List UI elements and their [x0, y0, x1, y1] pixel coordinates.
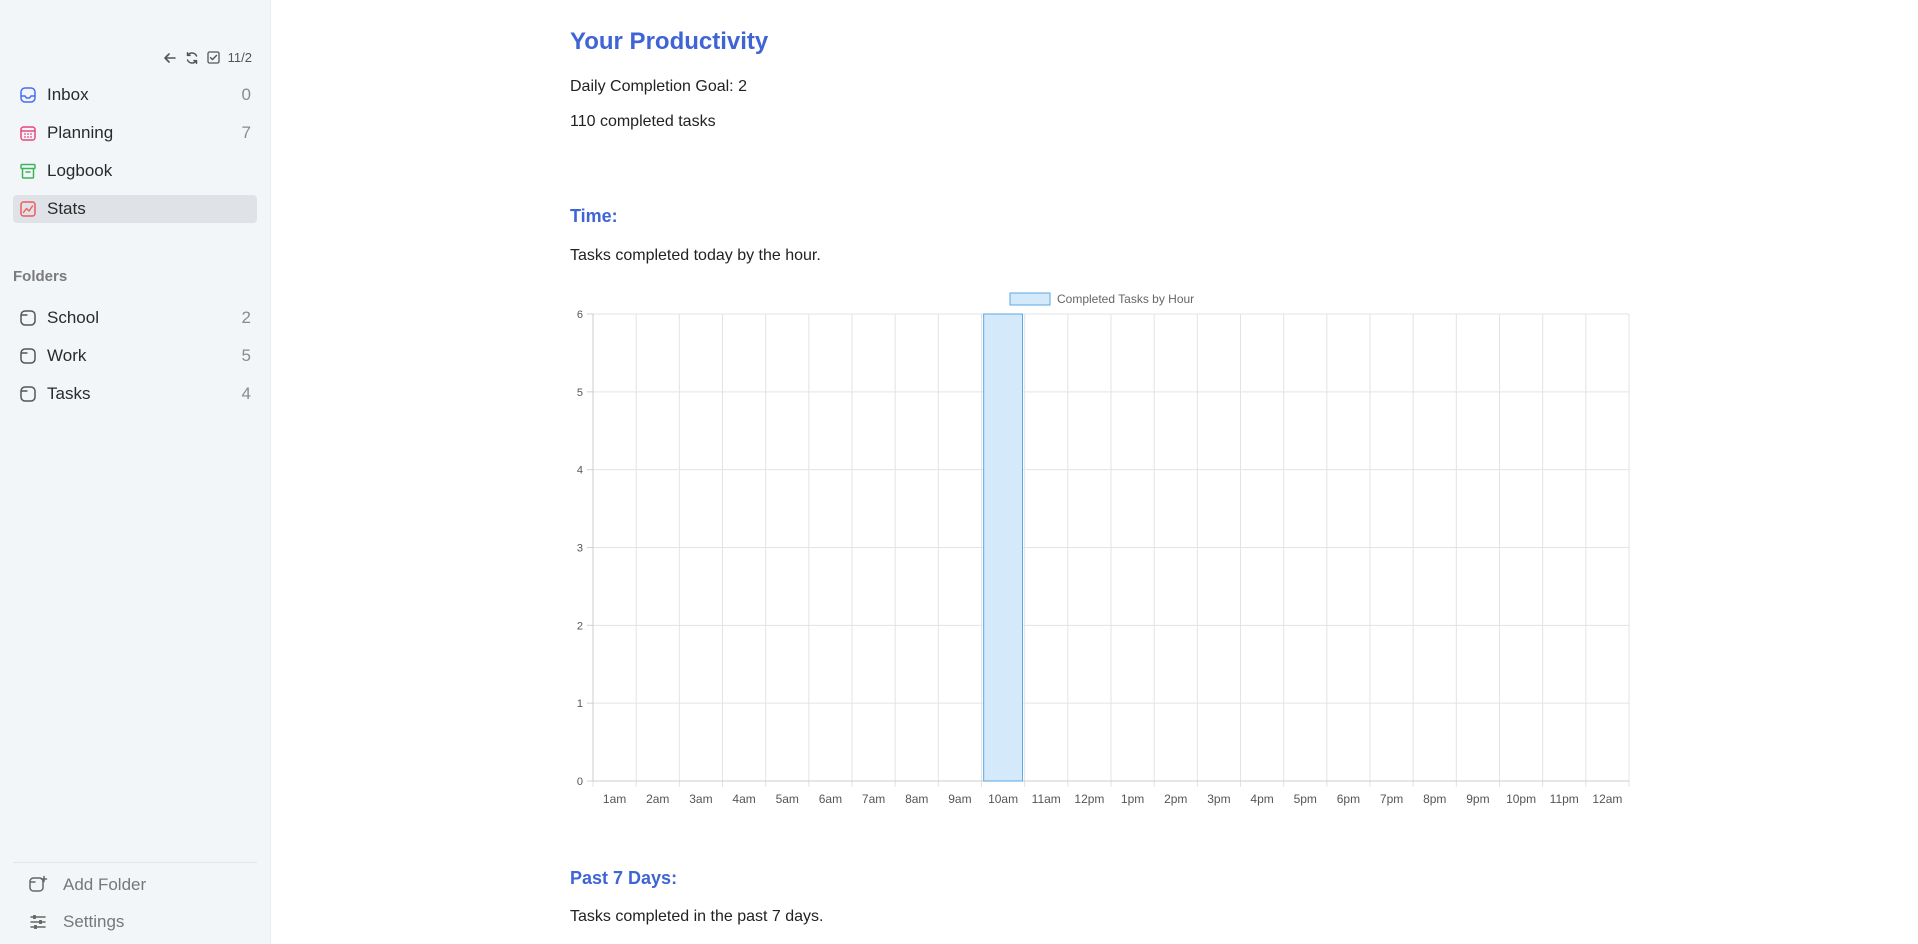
page-title: Your Productivity: [570, 28, 769, 55]
folder-item-work[interactable]: Work 5: [13, 342, 257, 370]
x-tick-label: 11am: [1032, 792, 1061, 806]
x-tick-label: 9am: [948, 792, 971, 806]
time-description: Tasks completed today by the hour.: [570, 247, 821, 264]
y-tick-label: 0: [577, 776, 583, 788]
past-7-days-description: Tasks completed in the past 7 days.: [570, 908, 824, 925]
folder-label: Work: [47, 346, 87, 365]
x-tick-label: 5pm: [1294, 792, 1317, 806]
sidebar: 11/2 Inbox 0 Planning 7 Logbook Stats Fo…: [0, 0, 271, 944]
legend-label: Completed Tasks by Hour: [1057, 292, 1194, 306]
chart-icon: [18, 199, 38, 219]
x-tick-label: 4am: [732, 792, 755, 806]
x-tick-label: 10am: [988, 792, 1018, 806]
past-7-days-heading: Past 7 Days:: [570, 868, 678, 888]
x-tick-label: 7am: [862, 792, 885, 806]
folder-item-school[interactable]: School 2: [13, 304, 257, 332]
sync-icon[interactable]: [185, 51, 199, 65]
x-tick-label: 4pm: [1250, 792, 1273, 806]
inbox-icon: [18, 85, 38, 105]
bar-10am: [983, 313, 1024, 782]
x-tick-label: 3am: [689, 792, 712, 806]
nav-item-planning[interactable]: Planning 7: [13, 119, 257, 147]
chart-svg: Completed Tasks by Hour 0 1 2 3 4 5 6 1am 2am 3am 4…: [577, 292, 1630, 806]
y-tick-label: 3: [577, 543, 583, 555]
x-tick-label: 12pm: [1074, 792, 1104, 806]
folder-count: 4: [241, 384, 251, 403]
x-tick-label: 8pm: [1423, 792, 1446, 806]
folder-icon: [18, 346, 38, 366]
sliders-icon: [27, 911, 49, 933]
x-tick-label: 5am: [776, 792, 799, 806]
folder-icon: [18, 384, 38, 404]
time-heading: Time:: [570, 206, 618, 226]
completed-count-text: 110 completed tasks: [570, 113, 716, 130]
nav-label: Stats: [47, 199, 86, 218]
x-tick-label: 11pm: [1550, 792, 1579, 806]
folder-label: School: [47, 308, 99, 327]
app-root: 11/2 Inbox 0 Planning 7 Logbook Stats Fo…: [0, 0, 1918, 944]
daily-goal-text: Daily Completion Goal: 2: [570, 78, 747, 95]
legend-swatch: [1009, 292, 1051, 306]
folder-item-tasks[interactable]: Tasks 4: [13, 380, 257, 408]
add-folder-label: Add Folder: [63, 875, 147, 894]
folder-count: 2: [241, 308, 251, 327]
calendar-icon: [18, 123, 38, 143]
x-tick-label: 6pm: [1337, 792, 1360, 806]
y-tick-label: 4: [577, 465, 583, 477]
archive-icon: [18, 161, 38, 181]
add-folder-icon: [27, 874, 49, 896]
y-tick-label: 6: [577, 309, 583, 321]
folders-heading: Folders: [13, 268, 68, 285]
x-tick-label: 7pm: [1380, 792, 1403, 806]
x-tick-label: 2am: [646, 792, 669, 806]
nav-count: 7: [241, 123, 251, 142]
toolbar-date: 11/2: [227, 50, 252, 65]
nav-label: Inbox: [47, 85, 89, 104]
settings-label: Settings: [63, 912, 125, 931]
x-tick-label: 8am: [905, 792, 928, 806]
x-tick-label: 3pm: [1207, 792, 1230, 806]
back-arrow-icon[interactable]: [163, 51, 177, 65]
hourly-bar-chart: Completed Tasks by Hour 0 1 2 3 4 5 6 1am 2am 3am 4…: [570, 284, 1630, 814]
settings-button[interactable]: Settings: [13, 908, 124, 936]
checkbox-icon[interactable]: [207, 51, 220, 64]
nav-item-stats[interactable]: Stats: [13, 195, 257, 223]
x-tick-label: 10pm: [1506, 792, 1536, 806]
nav-label: Logbook: [47, 161, 113, 180]
nav-count: 0: [241, 85, 251, 104]
x-tick-label: 1am: [603, 792, 626, 806]
y-tick-label: 2: [577, 620, 583, 632]
sidebar-divider: [13, 862, 257, 863]
x-tick-label: 9pm: [1466, 792, 1489, 806]
x-tick-label: 12am: [1592, 792, 1622, 806]
x-tick-label: 2pm: [1164, 792, 1187, 806]
folder-label: Tasks: [47, 384, 91, 403]
sidebar-toolbar: 11/2: [163, 50, 252, 65]
y-tick-label: 1: [577, 698, 583, 710]
nav-item-logbook[interactable]: Logbook: [13, 157, 257, 185]
x-tick-label: 6am: [819, 792, 842, 806]
nav-label: Planning: [47, 123, 114, 142]
folder-count: 5: [241, 346, 251, 365]
y-tick-label: 5: [577, 387, 583, 399]
nav-item-inbox[interactable]: Inbox 0: [13, 81, 257, 109]
x-tick-label: 1pm: [1121, 792, 1144, 806]
folder-icon: [18, 308, 38, 328]
add-folder-button[interactable]: Add Folder: [13, 871, 146, 899]
